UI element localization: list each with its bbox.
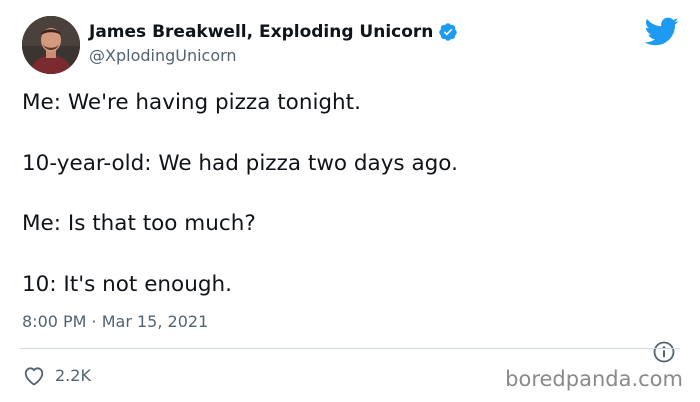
tweet-text-line-3: Me: Is that too much? bbox=[22, 211, 256, 236]
like-button[interactable]: 2.2K bbox=[22, 364, 91, 388]
author-handle[interactable]: @XplodingUnicorn bbox=[89, 45, 237, 67]
tweet-card: James Breakwell, Exploding Unicorn @Xplo… bbox=[0, 0, 700, 402]
avatar[interactable] bbox=[22, 16, 80, 74]
divider bbox=[20, 348, 680, 349]
tweet-timestamp[interactable]: 8:00 PM · Mar 15, 2021 bbox=[22, 311, 208, 333]
tweet-text-line-4: 10: It's not enough. bbox=[22, 272, 232, 297]
avatar-image bbox=[22, 16, 80, 74]
author-name-row[interactable]: James Breakwell, Exploding Unicorn bbox=[89, 21, 458, 43]
watermark: boredpanda.com bbox=[505, 367, 683, 391]
tweet-text-line-2: 10-year-old: We had pizza two days ago. bbox=[22, 151, 458, 176]
heart-icon bbox=[24, 367, 44, 386]
verified-badge-icon bbox=[438, 22, 458, 42]
info-icon[interactable] bbox=[652, 340, 676, 364]
twitter-bird-icon[interactable] bbox=[644, 16, 679, 46]
tweet-text-line-1: Me: We're having pizza tonight. bbox=[22, 90, 361, 115]
author-display-name[interactable]: James Breakwell, Exploding Unicorn bbox=[89, 21, 433, 43]
like-count: 2.2K bbox=[55, 366, 91, 385]
